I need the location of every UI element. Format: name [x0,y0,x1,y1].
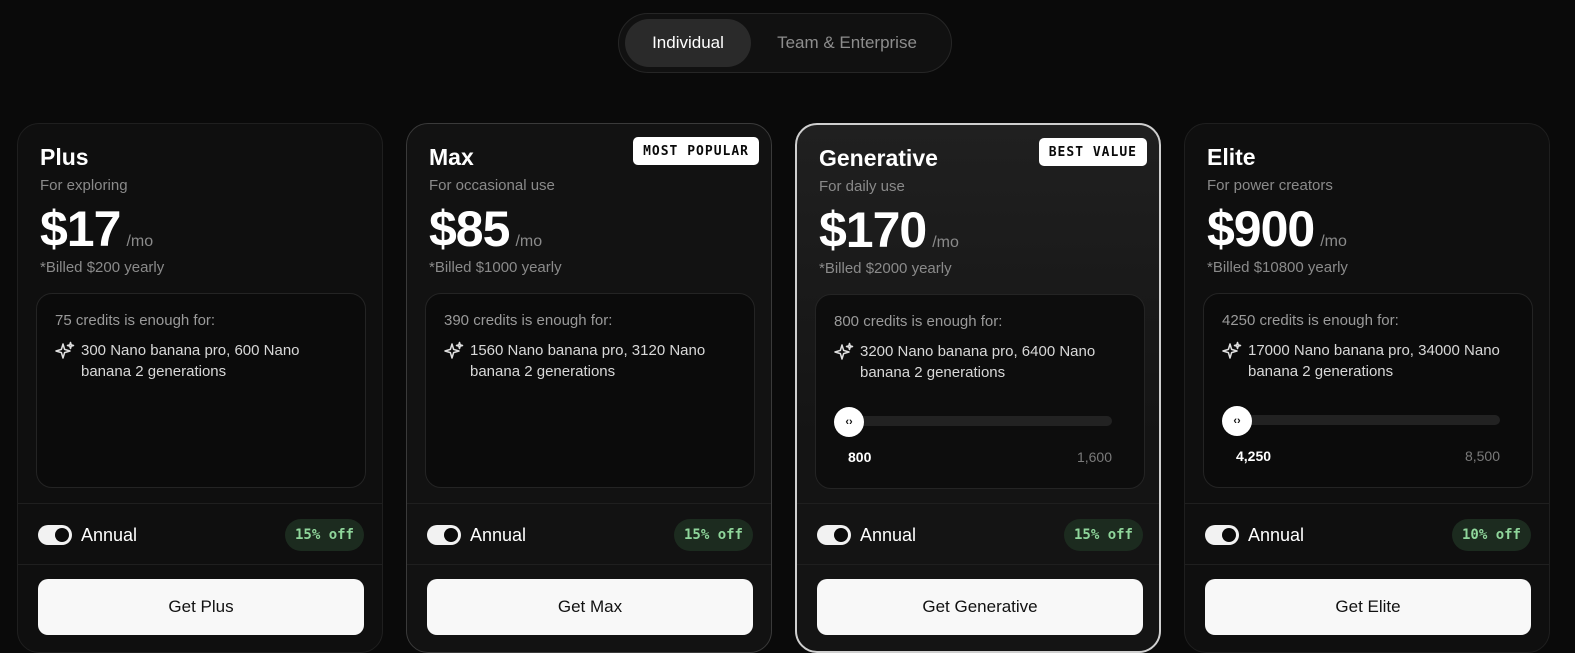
plan-subtitle: For daily use [819,178,905,195]
plan-price: $85 [429,201,510,257]
divider [797,503,1159,504]
discount-badge: 15% off [1063,519,1143,551]
plan-name: Plus [40,144,89,170]
generations-text: 3200 Nano banana pro, 6400 Nano banana 2… [860,343,1096,381]
plan-price: $17 [40,201,121,257]
annual-label: Annual [470,524,527,545]
generations-text: 1560 Nano banana pro, 3120 Nano banana 2… [470,342,706,380]
plan-name: Generative [819,145,938,171]
annual-label: Annual [860,524,917,545]
billed-yearly-note: *Billed $1000 yearly [429,259,562,276]
sparkle-icon [55,341,75,359]
price-row: $17 /mo [40,200,153,258]
slider-min-value: 800 [848,449,872,465]
discount-badge: 15% off [284,519,364,551]
price-row: $900 /mo [1207,200,1347,258]
slider-max-value: 1,600 [1076,449,1112,465]
plan-card-plus: Plus For exploring $17 /mo *Billed $200 … [17,123,383,653]
generations-row: 300 Nano banana pro, 600 Nano banana 2 g… [55,340,345,382]
annual-row: Annual 15% off [817,518,1143,552]
plan-price: $170 [819,202,927,258]
generations-row: 17000 Nano banana pro, 34000 Nano banana… [1222,340,1512,382]
discount-badge: 10% off [1451,519,1531,551]
credits-panel: 75 credits is enough for: 300 Nano banan… [36,293,366,488]
price-period: /mo [1320,233,1347,250]
discount-badge: 15% off [673,519,753,551]
annual-label: Annual [1248,524,1305,545]
annual-row: Annual 10% off [1205,518,1531,552]
plan-name: Max [429,144,474,170]
plan-subtitle: For exploring [40,177,128,194]
sparkle-icon [1222,341,1242,359]
divider [797,564,1159,565]
price-period: /mo [126,233,154,250]
divider [18,564,382,565]
plan-card-generative: BEST VALUE Generative For daily use $170… [795,123,1161,653]
annual-row: Annual 15% off [38,518,364,552]
get-generative-button[interactable]: Get Generative [817,579,1143,635]
plan-subtitle: For power creators [1207,177,1333,194]
price-period: /mo [932,234,959,251]
price-period: /mo [515,233,543,250]
price-row: $85 /mo [429,200,542,258]
sparkle-icon [834,342,854,360]
billed-yearly-note: *Billed $2000 yearly [819,260,952,277]
billed-yearly-note: *Billed $200 yearly [40,259,165,276]
divider [18,503,382,504]
plan-type-tabs: Individual Team & Enterprise [618,13,952,73]
annual-toggle[interactable] [1205,525,1239,545]
best-value-badge: BEST VALUE [1038,138,1147,166]
annual-row: Annual 15% off [427,518,753,552]
annual-toggle[interactable] [38,525,72,545]
credits-slider-track[interactable] [1222,415,1500,425]
most-popular-badge: MOST POPULAR [633,137,759,165]
credits-text: 75 credits is enough for: [55,312,216,329]
tab-team-enterprise[interactable]: Team & Enterprise [751,19,943,67]
credits-slider-track[interactable] [834,416,1112,426]
plan-subtitle: For occasional use [429,177,555,194]
chevron-left-right-icon[interactable]: ‹› [1222,406,1252,436]
annual-label: Annual [81,524,138,545]
divider [407,564,771,565]
generations-row: 1560 Nano banana pro, 3120 Nano banana 2… [444,340,734,382]
chevron-left-right-icon[interactable]: ‹› [834,407,864,437]
slider-min-value: 4,250 [1236,448,1272,464]
annual-toggle[interactable] [817,525,851,545]
plan-price: $900 [1207,201,1315,257]
sparkle-icon [444,341,464,359]
divider [1185,564,1549,565]
plan-card-elite: Elite For power creators $900 /mo *Bille… [1184,123,1550,653]
plan-name: Elite [1207,144,1256,170]
generations-text: 300 Nano banana pro, 600 Nano banana 2 g… [81,342,300,380]
credits-text: 390 credits is enough for: [444,312,613,329]
generations-row: 3200 Nano banana pro, 6400 Nano banana 2… [834,341,1124,383]
annual-toggle[interactable] [427,525,461,545]
plan-card-max: MOST POPULAR Max For occasional use $85 … [406,123,772,653]
get-max-button[interactable]: Get Max [427,579,753,635]
credits-panel: 800 credits is enough for: 3200 Nano ban… [815,294,1145,489]
get-elite-button[interactable]: Get Elite [1205,579,1531,635]
billed-yearly-note: *Billed $10800 yearly [1207,259,1348,276]
get-plus-button[interactable]: Get Plus [38,579,364,635]
price-row: $170 /mo [819,201,959,259]
credits-panel: 390 credits is enough for: 1560 Nano ban… [425,293,755,488]
credits-panel: 4250 credits is enough for: 17000 Nano b… [1203,293,1533,488]
tab-individual[interactable]: Individual [625,19,751,67]
generations-text: 17000 Nano banana pro, 34000 Nano banana… [1248,342,1500,380]
credits-text: 800 credits is enough for: [834,313,1003,330]
credits-text: 4250 credits is enough for: [1222,312,1399,329]
divider [407,503,771,504]
slider-max-value: 8,500 [1464,448,1500,464]
divider [1185,503,1549,504]
